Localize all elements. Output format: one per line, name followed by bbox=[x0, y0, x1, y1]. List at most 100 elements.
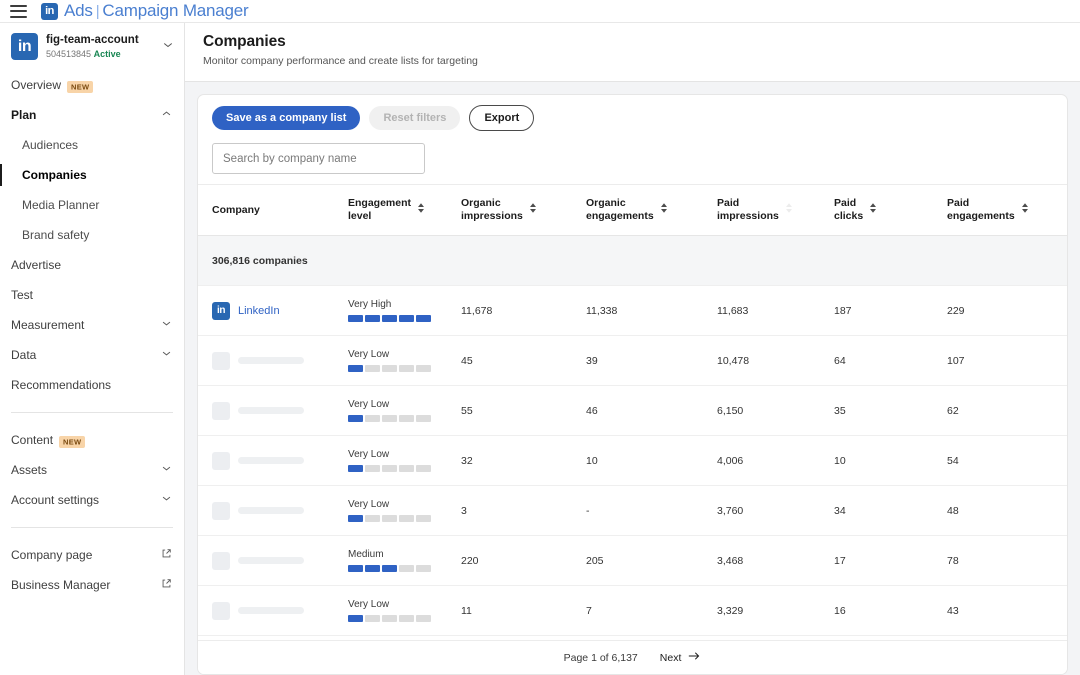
save-as-company-list-button[interactable]: Save as a company list bbox=[212, 106, 360, 130]
export-button[interactable]: Export bbox=[469, 105, 534, 131]
column-header-label: Company bbox=[212, 204, 260, 217]
sort-toggle-icon[interactable] bbox=[417, 202, 425, 218]
engagement-segment bbox=[416, 315, 431, 322]
column-header-label: Paid clicks bbox=[834, 197, 863, 223]
table-row[interactable]: Very Low1173,3291643 bbox=[198, 586, 1067, 636]
cell-paid-clicks: 16 bbox=[834, 586, 947, 636]
sidebar-item-recommendations[interactable]: Recommendations bbox=[0, 370, 184, 400]
cell-engagement-level: Medium bbox=[348, 536, 461, 586]
engagement-segment bbox=[416, 465, 431, 472]
next-page-label: Next bbox=[660, 652, 682, 664]
hamburger-menu-icon[interactable] bbox=[10, 5, 27, 18]
sidebar-item-data[interactable]: Data bbox=[0, 340, 184, 370]
column-header-organic-impressions[interactable]: Organic impressions bbox=[461, 185, 586, 236]
new-badge: NEW bbox=[67, 81, 93, 93]
sort-toggle-icon[interactable] bbox=[869, 202, 877, 218]
sidebar-item-brand-safety[interactable]: Brand safety bbox=[0, 220, 184, 250]
table-row[interactable]: Very Low32104,0061054 bbox=[198, 436, 1067, 486]
company-name-placeholder bbox=[238, 557, 304, 564]
sidebar-item-media-planner[interactable]: Media Planner bbox=[0, 190, 184, 220]
table-row[interactable]: Very Low3-3,7603448 bbox=[198, 486, 1067, 536]
cell-paid-clicks: 34 bbox=[834, 486, 947, 536]
column-header-paid-clicks[interactable]: Paid clicks bbox=[834, 185, 947, 236]
engagement-level-meter bbox=[348, 465, 461, 472]
cell-engagement-level: Very High bbox=[348, 286, 461, 336]
engagement-segment bbox=[416, 515, 431, 522]
account-switcher[interactable]: in fig-team-account 504513845 Active bbox=[0, 23, 184, 70]
engagement-level-meter bbox=[348, 615, 461, 622]
pagination-footer: Page 1 of 6,137 Next bbox=[198, 640, 1067, 674]
company-name-placeholder bbox=[238, 507, 304, 514]
engagement-segment bbox=[399, 365, 414, 372]
cell-organic-impressions: 3 bbox=[461, 486, 586, 536]
sidebar-item-advertise[interactable]: Advertise bbox=[0, 250, 184, 280]
sidebar-item-business-manager[interactable]: Business Manager bbox=[0, 570, 184, 600]
table-row[interactable]: Medium2202053,4681778 bbox=[198, 536, 1067, 586]
sidebar-item-assets[interactable]: Assets bbox=[0, 455, 184, 485]
cell-organic-impressions: 220 bbox=[461, 536, 586, 586]
table-row[interactable]: Very Low55466,1503562 bbox=[198, 386, 1067, 436]
column-header-organic-engagements[interactable]: Organic engagements bbox=[586, 185, 717, 236]
chevron-down-icon bbox=[161, 318, 172, 332]
sidebar-item-test[interactable]: Test bbox=[0, 280, 184, 310]
brand-ads-label: Ads bbox=[64, 1, 93, 20]
sort-toggle-icon[interactable] bbox=[1021, 202, 1029, 218]
sidebar-item-label: Brand safety bbox=[22, 228, 172, 242]
column-header-engagement-level[interactable]: Engagement level bbox=[348, 185, 461, 236]
engagement-segment bbox=[382, 515, 397, 522]
engagement-segment bbox=[365, 365, 380, 372]
cell-paid-engagements: 78 bbox=[947, 536, 1067, 586]
sidebar-item-measurement[interactable]: Measurement bbox=[0, 310, 184, 340]
toolbar: Save as a company list Reset filters Exp… bbox=[198, 95, 1067, 131]
cell-company: in LinkedIn bbox=[198, 286, 348, 336]
column-header-paid-engagements[interactable]: Paid engagements bbox=[947, 185, 1067, 236]
account-meta: 504513845 Active bbox=[46, 49, 154, 60]
sort-toggle-icon[interactable] bbox=[529, 202, 537, 218]
column-header-paid-impressions[interactable]: Paid impressions bbox=[717, 185, 834, 236]
table-row[interactable]: inLinkedInVery High11,67811,33811,683187… bbox=[198, 286, 1067, 336]
cell-company bbox=[198, 536, 348, 586]
companies-table-container[interactable]: Company Engagement levelOrganic impressio… bbox=[198, 185, 1067, 640]
cell-organic-impressions: 32 bbox=[461, 436, 586, 486]
chevron-up-icon bbox=[161, 108, 172, 122]
cell-company bbox=[198, 436, 348, 486]
sidebar-item-account-settings[interactable]: Account settings bbox=[0, 485, 184, 515]
search-bar bbox=[198, 131, 1067, 185]
vertical-scrollbar[interactable] bbox=[1063, 185, 1067, 640]
engagement-segment bbox=[365, 415, 380, 422]
reset-filters-button[interactable]: Reset filters bbox=[369, 106, 460, 130]
company-logo-placeholder bbox=[212, 502, 230, 520]
company-logo-icon: in bbox=[212, 302, 230, 320]
engagement-level-label: Very Low bbox=[348, 449, 461, 460]
sidebar-item-content[interactable]: ContentNEW bbox=[0, 425, 184, 455]
sidebar-item-audiences[interactable]: Audiences bbox=[0, 130, 184, 160]
column-header-label: Organic engagements bbox=[586, 197, 654, 223]
engagement-segment bbox=[365, 465, 380, 472]
column-header-label: Paid engagements bbox=[947, 197, 1015, 223]
sidebar-item-plan[interactable]: Plan bbox=[0, 100, 184, 130]
table-row[interactable]: Low54532,8401346 bbox=[198, 636, 1067, 640]
cell-organic-engagements: 205 bbox=[586, 536, 717, 586]
cell-organic-impressions: 11 bbox=[461, 586, 586, 636]
brand-campaign-manager-label: Campaign Manager bbox=[102, 1, 248, 20]
chevron-down-icon bbox=[161, 493, 172, 507]
sidebar-item-companies[interactable]: Companies bbox=[0, 160, 184, 190]
sidebar-item-company-page[interactable]: Company page bbox=[0, 540, 184, 570]
brand-title: Ads|Campaign Manager bbox=[64, 1, 249, 21]
companies-count-row: 306,816 companies bbox=[198, 236, 1067, 286]
sort-toggle-icon[interactable] bbox=[660, 202, 668, 218]
search-input[interactable] bbox=[212, 143, 425, 174]
engagement-segment bbox=[416, 565, 431, 572]
cell-engagement-level: Low bbox=[348, 636, 461, 640]
table-body: 306,816 companiesinLinkedInVery High11,6… bbox=[198, 236, 1067, 640]
sort-toggle-icon[interactable] bbox=[785, 202, 793, 218]
table-header-row: Company Engagement levelOrganic impressio… bbox=[198, 185, 1067, 236]
sidebar-item-overview[interactable]: OverviewNEW bbox=[0, 70, 184, 100]
sidebar-nav-secondary: ContentNEWAssetsAccount settings bbox=[0, 425, 184, 515]
table-row[interactable]: Very Low453910,47864107 bbox=[198, 336, 1067, 386]
sidebar-divider-2 bbox=[11, 527, 173, 528]
next-page-button[interactable]: Next bbox=[660, 651, 702, 664]
cell-paid-clicks: 17 bbox=[834, 536, 947, 586]
company-name-link[interactable]: LinkedIn bbox=[238, 305, 280, 317]
engagement-segment bbox=[399, 515, 414, 522]
